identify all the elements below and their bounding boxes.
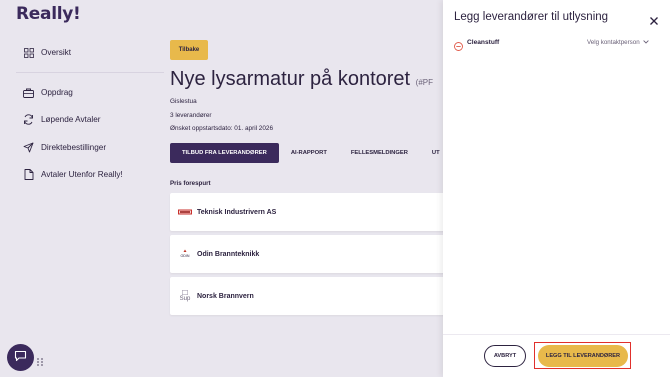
contact-person-select[interactable]: Velg kontaktperson bbox=[587, 39, 649, 46]
page-title: Nye lysarmatur på kontoret (#PF bbox=[170, 68, 433, 91]
main-content: Tilbake Nye lysarmatur på kontoret (#PF … bbox=[160, 0, 443, 377]
sidebar-item-lopende-avtaler[interactable]: Løpende Avtaler bbox=[22, 113, 100, 126]
tab-ut[interactable]: UT bbox=[420, 143, 443, 163]
chat-button[interactable] bbox=[7, 344, 34, 371]
sidebar-item-label: Oppdrag bbox=[41, 88, 73, 97]
sidebar-item-label: Avtaler Utenfor Really! bbox=[41, 170, 123, 179]
sidebar: Really! Oversikt Oppdrag Løpende Avtaler… bbox=[0, 0, 164, 377]
supplier-logo bbox=[177, 209, 193, 216]
sidebar-item-label: Oversikt bbox=[41, 48, 72, 57]
refresh-icon bbox=[22, 113, 35, 126]
tab-ai-rapport[interactable]: AI-RAPPORT bbox=[279, 143, 339, 163]
sidebar-item-oppdrag[interactable]: Oppdrag bbox=[22, 86, 73, 99]
supplier-logo-alt: Sup bbox=[179, 296, 191, 302]
page-title-text: Nye lysarmatur på kontoret bbox=[170, 68, 411, 90]
add-suppliers-panel: Legg leverandører til utlysning Cleanstu… bbox=[443, 0, 670, 377]
cancel-button[interactable]: AVBRYT bbox=[484, 345, 526, 367]
send-icon bbox=[22, 141, 35, 154]
supplier-card[interactable]: Teknisk Industrivern AS bbox=[170, 193, 443, 231]
sidebar-item-oversikt[interactable]: Oversikt bbox=[22, 46, 71, 59]
close-icon[interactable] bbox=[649, 13, 659, 25]
tab-bar: TILBUD FRA LEVERANDØRER AI-RAPPORT FELLE… bbox=[170, 143, 443, 163]
section-label: Pris forespurt bbox=[170, 180, 211, 187]
chat-icon bbox=[14, 349, 27, 367]
project-id: (#PF bbox=[415, 78, 434, 87]
project-location: Gislestua bbox=[170, 98, 197, 105]
selected-supplier-name: Cleanstuff bbox=[467, 38, 500, 46]
supplier-logo-text: ODIN bbox=[181, 254, 190, 258]
grid-icon bbox=[22, 46, 35, 59]
sidebar-item-label: Løpende Avtaler bbox=[41, 115, 101, 124]
drag-handle-icon[interactable] bbox=[36, 354, 44, 366]
panel-title: Legg leverandører til utlysning bbox=[454, 11, 609, 23]
broken-image-icon: Sup bbox=[177, 290, 193, 302]
supplier-name: Teknisk Industrivern AS bbox=[197, 208, 277, 216]
supplier-card[interactable]: ODIN Odin Brannteknikk bbox=[170, 235, 443, 273]
tab-fellesmeldinger[interactable]: FELLESMELDINGER bbox=[339, 143, 420, 163]
supplier-logo: ODIN bbox=[177, 249, 193, 259]
contact-person-placeholder: Velg kontaktperson bbox=[587, 38, 640, 46]
sidebar-divider bbox=[16, 72, 164, 73]
sidebar-item-label: Direktebestillinger bbox=[41, 143, 107, 152]
app-logo[interactable]: Really! bbox=[16, 4, 81, 24]
supplier-count: 3 leverandører bbox=[170, 112, 212, 119]
sidebar-item-avtaler-utenfor[interactable]: Avtaler Utenfor Really! bbox=[22, 168, 123, 181]
document-icon bbox=[22, 168, 35, 181]
supplier-card[interactable]: Sup Norsk Brannvern bbox=[170, 277, 443, 315]
footer-divider bbox=[443, 334, 670, 335]
chevron-down-icon bbox=[642, 40, 649, 44]
supplier-name: Odin Brannteknikk bbox=[197, 250, 260, 258]
back-button[interactable]: Tilbake bbox=[170, 40, 208, 60]
briefcase-icon bbox=[22, 86, 35, 99]
remove-supplier-icon[interactable] bbox=[454, 38, 463, 51]
start-date: Ønsket oppstartsdato: 01. april 2026 bbox=[170, 125, 274, 132]
supplier-name: Norsk Brannvern bbox=[197, 292, 254, 300]
sidebar-item-direktebestillinger[interactable]: Direktebestillinger bbox=[22, 141, 106, 154]
highlight-box bbox=[534, 342, 631, 369]
tab-tilbud[interactable]: TILBUD FRA LEVERANDØRER bbox=[170, 143, 279, 163]
